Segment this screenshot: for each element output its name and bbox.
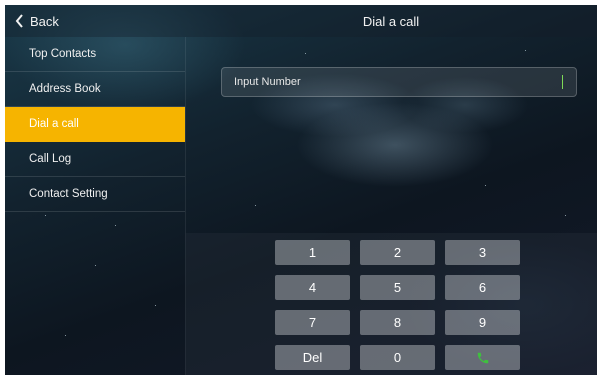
star: [305, 53, 306, 54]
star: [565, 215, 566, 216]
star: [525, 50, 526, 51]
dial-keypad: 1 2 3 4 5 6 7 8 9 Del 0: [275, 240, 520, 370]
back-button[interactable]: Back: [15, 5, 59, 37]
star: [485, 185, 486, 186]
screen: Back Dial a call Top Contacts Address Bo…: [5, 5, 597, 375]
sidebar-item-label: Address Book: [29, 83, 101, 95]
sidebar-item-address-book[interactable]: Address Book: [5, 72, 185, 107]
star: [255, 205, 256, 206]
key-6[interactable]: 6: [445, 275, 520, 300]
sidebar-item-label: Contact Setting: [29, 188, 108, 200]
header-bar: Back Dial a call: [5, 5, 597, 37]
key-3[interactable]: 3: [445, 240, 520, 265]
sidebar-item-label: Call Log: [29, 153, 72, 165]
sidebar-item-contact-setting[interactable]: Contact Setting: [5, 177, 185, 212]
key-2[interactable]: 2: [360, 240, 435, 265]
key-0[interactable]: 0: [360, 345, 435, 370]
back-label: Back: [30, 13, 59, 29]
text-caret: [562, 75, 563, 89]
key-5[interactable]: 5: [360, 275, 435, 300]
chevron-left-icon: [15, 14, 24, 28]
sidebar-item-call-log[interactable]: Call Log: [5, 142, 185, 177]
number-input[interactable]: [222, 67, 562, 97]
sidebar-item-dial-a-call[interactable]: Dial a call: [5, 107, 185, 142]
key-7[interactable]: 7: [275, 310, 350, 335]
key-9[interactable]: 9: [445, 310, 520, 335]
sidebar: Top Contacts Address Book Dial a call Ca…: [5, 37, 186, 375]
key-4[interactable]: 4: [275, 275, 350, 300]
call-button[interactable]: [445, 345, 520, 370]
sidebar-item-top-contacts[interactable]: Top Contacts: [5, 37, 185, 72]
key-1[interactable]: 1: [275, 240, 350, 265]
sidebar-item-label: Top Contacts: [29, 48, 97, 60]
page-title: Dial a call: [362, 13, 420, 29]
key-8[interactable]: 8: [360, 310, 435, 335]
phone-icon: [476, 351, 490, 365]
delete-button[interactable]: Del: [275, 345, 350, 370]
sidebar-item-label: Dial a call: [29, 118, 79, 130]
number-input-box[interactable]: [221, 67, 577, 97]
